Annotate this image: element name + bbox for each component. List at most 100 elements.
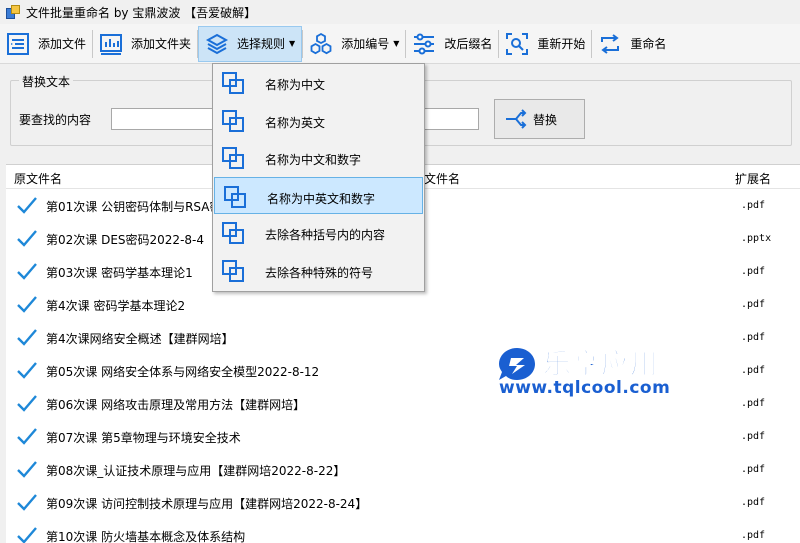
hexagons-icon bbox=[310, 32, 332, 54]
menu-item-rule-2[interactable]: 名称为英文 bbox=[213, 102, 424, 140]
rule-option-icon bbox=[222, 222, 244, 244]
original-file-name: 第08次课_认证技术原理与应用【建群网培2022-8-22】 bbox=[46, 464, 346, 478]
change-extension-label: 改后缀名 bbox=[444, 37, 493, 51]
checkmark-icon[interactable] bbox=[16, 359, 38, 381]
original-file-name: 第09次课 访问控制技术原理与应用【建群网培2022-8-24】 bbox=[46, 497, 368, 511]
original-file-name: 第07次课 第5章物理与环境安全技术 bbox=[46, 431, 241, 445]
restart-button[interactable]: 重新开始 bbox=[499, 26, 591, 62]
restart-label: 重新开始 bbox=[537, 37, 586, 51]
swap-arrows-icon bbox=[601, 33, 620, 54]
original-file-name: 第05次课 网络安全体系与网络安全模型2022-8-12 bbox=[46, 365, 320, 379]
file-extension: .pdf bbox=[741, 299, 766, 310]
change-extension-button[interactable]: 改后缀名 bbox=[406, 26, 498, 62]
menu-item-label: 名称为中文和数字 bbox=[265, 153, 362, 167]
file-extension: .pdf bbox=[741, 398, 766, 409]
checkmark-icon[interactable] bbox=[16, 293, 38, 315]
add-number-label: 添加编号 bbox=[341, 37, 390, 51]
menu-item-label: 去除各种特殊的符号 bbox=[265, 265, 374, 280]
menu-item-rule-1[interactable]: 名称为中文 bbox=[213, 64, 424, 102]
rule-option-icon bbox=[222, 147, 244, 169]
file-extension: .pdf bbox=[741, 266, 766, 277]
select-rule-button[interactable]: 选择规则 ▼ bbox=[198, 25, 303, 62]
chevron-down-icon: ▼ bbox=[393, 39, 400, 48]
add-folder-icon bbox=[100, 33, 123, 55]
watermark: 乐享应用 www.tqlcool.com bbox=[497, 340, 677, 404]
add-folder-button[interactable]: 添加文件夹 bbox=[93, 26, 197, 62]
table-row[interactable]: 第08次课_认证技术原理与应用【建群网培2022-8-22】 .pdf bbox=[6, 453, 800, 486]
file-extension: .pptx bbox=[741, 233, 772, 244]
window-title: 文件批量重命名 by 宝鼎波波 【吾爱破解】 bbox=[26, 5, 257, 20]
header-new-name[interactable]: 文件名 bbox=[424, 170, 460, 187]
add-file-button[interactable]: 添加文件 bbox=[0, 26, 92, 62]
split-arrow-icon bbox=[506, 109, 527, 129]
checkmark-icon[interactable] bbox=[16, 227, 38, 249]
replace-button[interactable]: 替换 bbox=[494, 99, 585, 139]
original-file-name: 第03次课 密码学基本理论1 bbox=[46, 266, 193, 280]
rename-button[interactable]: 重命名 bbox=[592, 26, 672, 62]
original-file-name: 第06次课 网络攻击原理及常用方法【建群网培】 bbox=[46, 398, 306, 412]
file-extension: .pdf bbox=[741, 365, 766, 376]
add-folder-label: 添加文件夹 bbox=[131, 37, 192, 51]
replace-text-legend: 替换文本 bbox=[19, 73, 74, 90]
header-original-name[interactable]: 原文件名 bbox=[14, 170, 62, 187]
rename-label: 重命名 bbox=[630, 37, 667, 51]
replace-with-input[interactable] bbox=[423, 108, 479, 130]
table-row[interactable]: 第06次课 网络攻击原理及常用方法【建群网培】 .pdf bbox=[6, 387, 800, 420]
rule-dropdown-menu: 名称为中文名称为英文名称为中文和数字 名称为中英文和数字 去除各种括号内的内容 去除各… bbox=[212, 63, 425, 292]
menu-item-label: 名称为中文 bbox=[265, 78, 326, 92]
menu-item-label: 名称为中英文和数字 bbox=[267, 191, 376, 206]
menu-item-rule-4[interactable]: 名称为中英文和数字 bbox=[214, 176, 423, 214]
menu-item-label: 去除各种括号内的内容 bbox=[265, 228, 386, 242]
layers-icon bbox=[205, 33, 229, 54]
rule-option-icon bbox=[224, 185, 246, 208]
checkmark-icon[interactable] bbox=[16, 392, 38, 414]
table-row[interactable]: 第05次课 网络安全体系与网络安全模型2022-8-12 .pdf bbox=[6, 354, 800, 387]
file-extension: .pdf bbox=[741, 332, 766, 343]
checkmark-icon[interactable] bbox=[16, 425, 38, 447]
select-rule-label: 选择规则 bbox=[237, 37, 286, 51]
add-file-icon bbox=[7, 32, 29, 55]
file-extension: .pdf bbox=[741, 464, 766, 475]
file-extension: .pdf bbox=[741, 530, 766, 541]
original-file-name: 第4次课 密码学基本理论2 bbox=[46, 299, 186, 313]
find-input[interactable] bbox=[111, 108, 221, 130]
menu-item-rule-3[interactable]: 名称为中文和数字 bbox=[213, 139, 424, 177]
checkmark-icon[interactable] bbox=[16, 491, 38, 513]
scan-search-icon bbox=[506, 32, 529, 55]
rule-option-icon bbox=[222, 259, 244, 282]
sliders-icon bbox=[414, 33, 435, 54]
file-extension: .pdf bbox=[741, 497, 766, 508]
rule-option-icon bbox=[222, 109, 244, 132]
table-row[interactable]: 第4次课 密码学基本理论2 .pdf bbox=[6, 288, 800, 321]
replace-button-label: 替换 bbox=[533, 112, 558, 127]
menu-item-label: 名称为英文 bbox=[265, 115, 326, 130]
checkmark-icon[interactable] bbox=[16, 458, 38, 480]
original-file-name: 第10次课 防火墙基本概念及体系结构 bbox=[46, 530, 246, 543]
checkmark-icon[interactable] bbox=[16, 260, 38, 282]
original-file-name: 第01次课 公钥密码体制与RSA密 bbox=[46, 200, 222, 214]
watermark-logo-icon bbox=[499, 348, 535, 380]
watermark-url: www.tqlcool.com bbox=[499, 378, 671, 398]
checkmark-icon[interactable] bbox=[16, 326, 38, 348]
original-file-name: 第4次课网络安全概述【建群网培】 bbox=[46, 332, 234, 346]
table-row[interactable]: 第07次课 第5章物理与环境安全技术 .pdf bbox=[6, 420, 800, 453]
app-icon bbox=[6, 5, 20, 19]
table-row[interactable]: 第09次课 访问控制技术原理与应用【建群网培2022-8-24】 .pdf bbox=[6, 486, 800, 519]
file-extension: .pdf bbox=[741, 200, 766, 211]
original-file-name: 第02次课 DES密码2022-8-4 bbox=[46, 233, 204, 247]
menu-item-rule-6[interactable]: 去除各种特殊的符号 bbox=[213, 252, 424, 290]
add-file-label: 添加文件 bbox=[38, 37, 87, 51]
table-row[interactable]: 第4次课网络安全概述【建群网培】 .pdf bbox=[6, 321, 800, 354]
add-number-button[interactable]: 添加编号 ▼ bbox=[303, 26, 405, 62]
file-extension: .pdf bbox=[741, 431, 766, 442]
chevron-down-icon: ▼ bbox=[289, 39, 296, 48]
table-row[interactable]: 第10次课 防火墙基本概念及体系结构 .pdf bbox=[6, 519, 800, 543]
checkmark-icon[interactable] bbox=[16, 194, 38, 216]
watermark-brand: 乐享应用 bbox=[542, 347, 660, 381]
rule-option-icon bbox=[222, 72, 244, 94]
find-label: 要查找的内容 bbox=[19, 113, 92, 127]
checkmark-icon[interactable] bbox=[16, 524, 38, 543]
menu-item-rule-5[interactable]: 去除各种括号内的内容 bbox=[213, 214, 424, 252]
toolbar: 添加文件 添加文件夹 选择规则 ▼ 添加编号 ▼ 改后缀名 重新开始 重命名 bbox=[0, 24, 800, 64]
header-extension[interactable]: 扩展名 bbox=[735, 170, 771, 187]
